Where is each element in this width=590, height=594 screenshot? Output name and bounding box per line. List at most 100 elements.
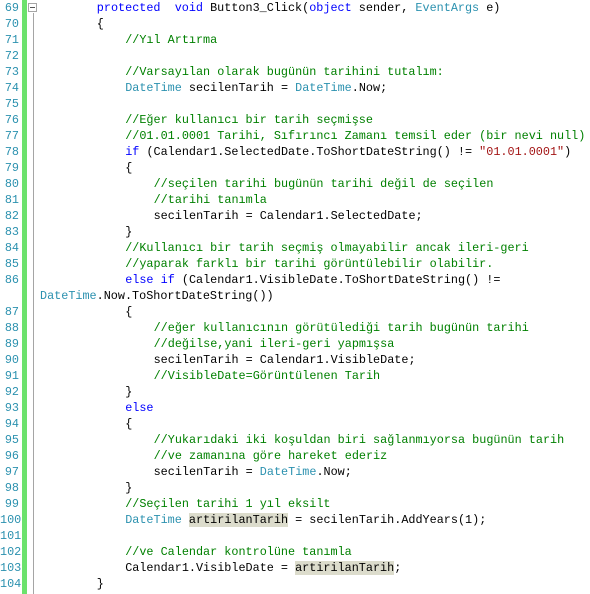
code-text: }: [97, 576, 104, 592]
code-line-83[interactable]: 83}: [0, 224, 590, 240]
code-line-75[interactable]: 75: [0, 96, 590, 112]
code-line-76[interactable]: 76 //Eğer kullanıcı bir tarih seçmişse: [0, 112, 590, 128]
code-line-84[interactable]: 84 //Kullanıcı bir tarih seçmiş olmayabil…: [0, 240, 590, 256]
line-number: 86: [4, 273, 19, 287]
comment-token: //VisibleDate=Görüntülenen Tarih: [153, 369, 381, 383]
code-line-71[interactable]: 71 //Yıl Artırma: [0, 32, 590, 48]
keyword-token: else: [125, 401, 154, 415]
line-number: 98: [4, 481, 19, 495]
keyword-token: protected: [96, 1, 161, 15]
code-line-90[interactable]: 90 secilenTarih = Calendar1.VisibleDate;: [0, 352, 590, 368]
code-line-91[interactable]: 91 //VisibleDate=Görüntülenen Tarih: [0, 368, 590, 384]
code-text: //tarihi tanımla: [154, 192, 267, 208]
code-line-81[interactable]: 81 //tarihi tanımla: [0, 192, 590, 208]
code-token: secilenTarih = Calendar1.VisibleDate;: [153, 353, 416, 367]
comment-token: //01.01.0001 Tarihi, Sıfırıncı Zamanı te…: [125, 129, 586, 143]
keyword-token: void: [174, 1, 204, 15]
line-number: 91: [4, 369, 19, 383]
line-number: 81: [4, 193, 19, 207]
line-number: 82: [4, 209, 19, 223]
code-text: //Yıl Artırma: [125, 32, 217, 48]
code-token: = secilenTarih.AddYears(1);: [288, 513, 487, 527]
code-line-100[interactable]: 100 DateTime artirilanTarih = secilenTari…: [0, 512, 590, 528]
code-line-87[interactable]: 87 {: [0, 304, 590, 320]
code-line-89[interactable]: 89 //değilse,yani ileri-geri yapmışsa: [0, 336, 590, 352]
code-text: secilenTarih = Calendar1.VisibleDate;: [154, 352, 416, 368]
code-text: secilenTarih = DateTime.Now;: [154, 464, 352, 480]
code-line-79[interactable]: 79 {: [0, 160, 590, 176]
type-token: DateTime: [125, 81, 182, 95]
line-number: 102: [0, 545, 22, 559]
code-text: }: [125, 480, 132, 496]
line-number: 72: [4, 49, 19, 63]
line-number: 88: [4, 321, 19, 335]
keyword-token: else: [125, 273, 154, 287]
code-text: //Seçilen tarihi 1 yıl eksilt: [125, 496, 330, 512]
keyword-token: if: [160, 273, 175, 287]
code-line-104[interactable]: 104}: [0, 576, 590, 592]
line-number: 89: [4, 337, 19, 351]
code-token: (Calendar1.SelectedDate.ToShortDateStrin…: [139, 145, 480, 159]
code-line-78[interactable]: 78 if (Calendar1.SelectedDate.ToShortDate…: [0, 144, 590, 160]
comment-token: //Eğer kullanıcı bir tarih seçmişse: [125, 113, 373, 127]
line-number: 80: [4, 177, 19, 191]
code-line-82[interactable]: 82 secilenTarih = Calendar1.SelectedDate;: [0, 208, 590, 224]
code-line-80[interactable]: 80 //seçilen tarihi bugünün tarihi değil …: [0, 176, 590, 192]
keyword-token: object: [309, 1, 352, 15]
comment-token: //Varsayılan olarak bugünün tarihini tut…: [125, 65, 444, 79]
code-line-92[interactable]: 92}: [0, 384, 590, 400]
line-number: 87: [4, 305, 19, 319]
keyword-token: if: [125, 145, 140, 159]
line-number: 79: [4, 161, 19, 175]
code-line-69[interactable]: 69 protected void Button3_Click(object se…: [0, 0, 590, 16]
line-number: 69: [4, 1, 19, 15]
comment-token: //Kullanıcı bir tarih seçmiş olmayabilir…: [125, 241, 529, 255]
line-number: 93: [4, 401, 19, 415]
line-number: 84: [4, 241, 19, 255]
code-line-73[interactable]: 73 //Varsayılan olarak bugünün tarihini t…: [0, 64, 590, 80]
code-line-77[interactable]: 77 //01.01.0001 Tarihi, Sıfırıncı Zamanı …: [0, 128, 590, 144]
line-number: 90: [4, 353, 19, 367]
code-token: ): [564, 145, 572, 159]
code-text: }: [125, 224, 132, 240]
code-token: secilenTarih =: [153, 465, 260, 479]
line-number: 100: [0, 513, 22, 527]
code-line-103[interactable]: 103 Calendar1.VisibleDate = artirilanTari…: [0, 560, 590, 576]
code-text: //VisibleDate=Görüntülenen Tarih: [154, 368, 381, 384]
code-line-102[interactable]: 102 //ve Calendar kontrolüne tanımla: [0, 544, 590, 560]
code-line-98[interactable]: 98}: [0, 480, 590, 496]
line-number: 104: [0, 577, 22, 591]
code-text: //Eğer kullanıcı bir tarih seçmişse: [125, 112, 373, 128]
code-line-97[interactable]: 97 secilenTarih = DateTime.Now;: [0, 464, 590, 480]
code-text: else: [125, 400, 153, 416]
code-line-86[interactable]: 86 else if (Calendar1.VisibleDate.ToShort…: [0, 272, 590, 288]
code-line-88[interactable]: 88 //eğer kullanıcının görütülediği tarih…: [0, 320, 590, 336]
code-line-72[interactable]: 72: [0, 48, 590, 64]
code-text: //Kullanıcı bir tarih seçmiş olmayabilir…: [125, 240, 529, 256]
code-line-74[interactable]: 74 DateTime secilenTarih = DateTime.Now;: [0, 80, 590, 96]
code-text: {: [125, 304, 132, 320]
line-number: 78: [4, 145, 19, 159]
code-line-95[interactable]: 95 //Yukarıdaki iki koşuldan biri sağlanm…: [0, 432, 590, 448]
code-text: //01.01.0001 Tarihi, Sıfırıncı Zamanı te…: [125, 128, 585, 144]
type-token: DateTime: [259, 465, 317, 479]
type-token: DateTime: [125, 513, 182, 527]
code-text: //yaparak farklı bir tarihi görüntülebil…: [125, 256, 493, 272]
code-token: Calendar1.VisibleDate =: [125, 561, 296, 575]
code-text: {: [125, 416, 132, 432]
code-line-70[interactable]: 70 {: [0, 16, 590, 32]
code-line-101[interactable]: 101: [0, 528, 590, 544]
code-line-96[interactable]: 96 //ve zamanına göre hareket ederiz: [0, 448, 590, 464]
code-editor[interactable]: 69 protected void Button3_Click(object se…: [0, 0, 590, 594]
comment-token: //Yıl Artırma: [125, 33, 218, 47]
code-line-99[interactable]: 99 //Seçilen tarihi 1 yıl eksilt: [0, 496, 590, 512]
code-text: //Yukarıdaki iki koşuldan biri sağlanmıy…: [154, 432, 565, 448]
code-line-93[interactable]: 93 else: [0, 400, 590, 416]
line-number: 103: [0, 561, 22, 575]
code-line-94[interactable]: 94 {: [0, 416, 590, 432]
code-line-wrapped[interactable]: DateTime.Now.ToShortDateString()): [0, 288, 590, 304]
code-line-85[interactable]: 85 //yaparak farklı bir tarihi görüntüleb…: [0, 256, 590, 272]
code-token: secilenTarih =: [181, 81, 296, 95]
